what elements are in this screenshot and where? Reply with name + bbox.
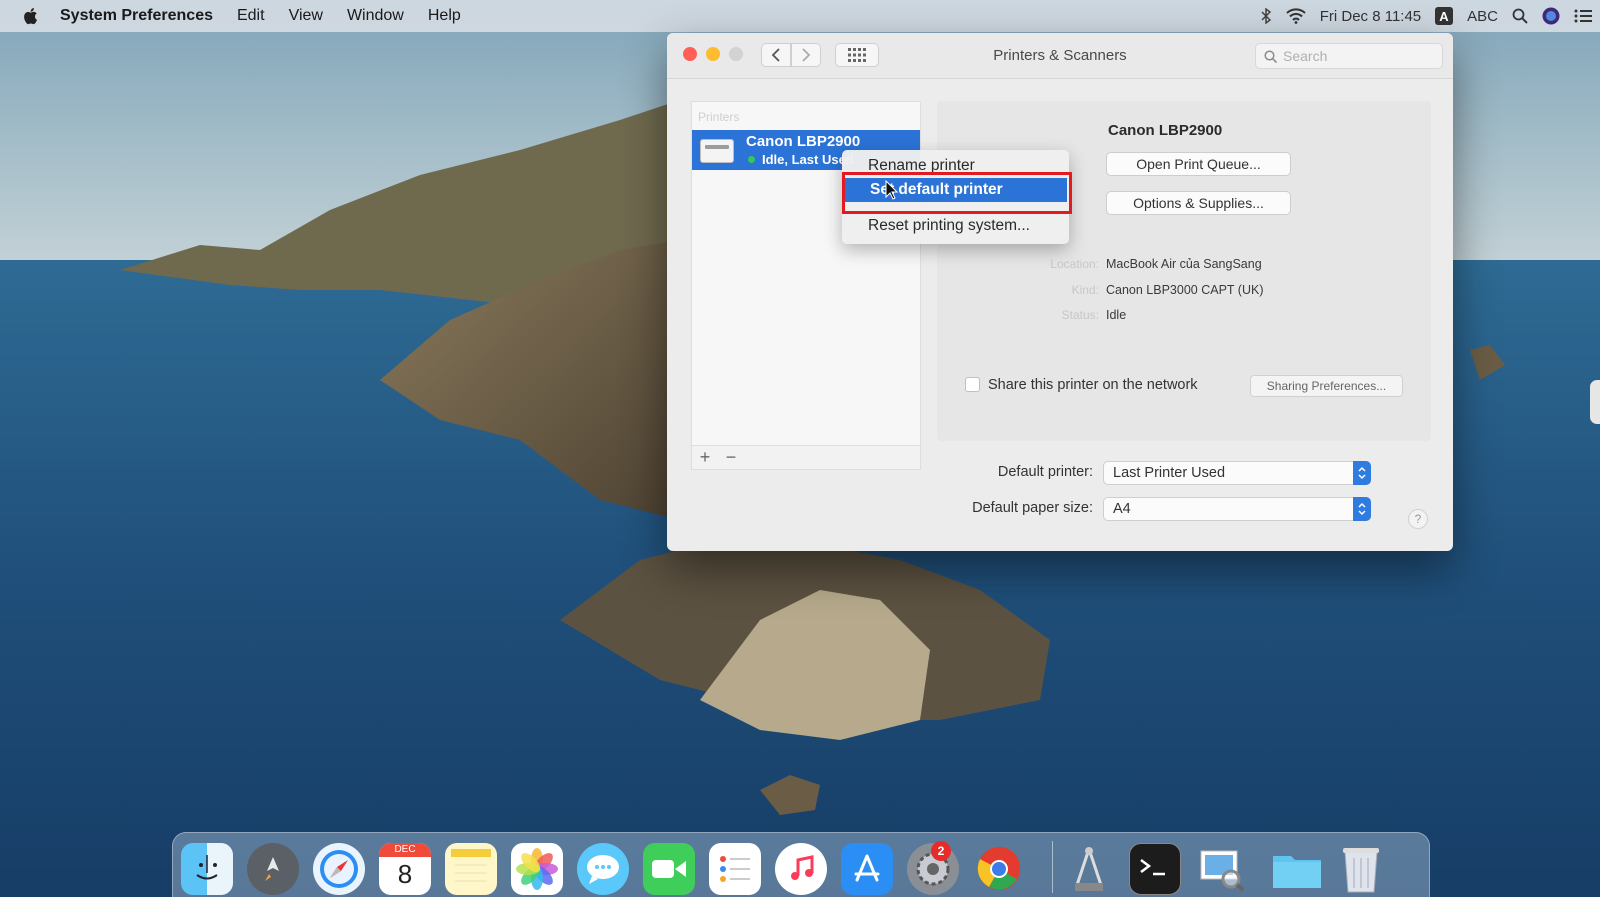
printer-icon	[700, 139, 734, 163]
input-source-label[interactable]: ABC	[1467, 8, 1498, 25]
calendar-month: DEC	[379, 843, 431, 857]
default-printer-label: Default printer:	[997, 464, 1093, 480]
dock-folder-icon[interactable]	[1271, 843, 1323, 895]
help-button[interactable]: ?	[1408, 509, 1428, 529]
dock-music-icon[interactable]	[775, 843, 827, 895]
add-printer-button[interactable]: +	[692, 447, 718, 468]
search-icon	[1264, 49, 1277, 63]
default-paper-size-value: A4	[1113, 501, 1131, 517]
dock-reminders-icon[interactable]	[709, 843, 761, 895]
dock-separator	[1052, 841, 1053, 893]
dock-photos-icon[interactable]	[511, 843, 563, 895]
search-input[interactable]	[1283, 48, 1433, 64]
menubar-clock[interactable]: Fri Dec 8 11:45	[1320, 8, 1421, 25]
printer-detail-title: Canon LBP2900	[1108, 122, 1223, 139]
printers-list-toolbar: + −	[691, 446, 921, 470]
svg-text:A: A	[1439, 9, 1449, 24]
menu-help[interactable]: Help	[416, 7, 473, 25]
menu-bar: System Preferences Edit View Window Help…	[0, 0, 1600, 32]
share-printer-label[interactable]: Share this printer on the network	[988, 377, 1198, 393]
share-printer-checkbox[interactable]	[965, 377, 980, 392]
dock-terminal-icon[interactable]	[1129, 843, 1181, 895]
open-print-queue-button[interactable]: Open Print Queue...	[1106, 152, 1291, 176]
mouse-cursor-icon	[885, 180, 899, 200]
dock: DEC 8 2	[172, 832, 1430, 897]
dock-safari-icon[interactable]	[313, 843, 365, 895]
printer-item-name: Canon LBP2900	[746, 133, 861, 150]
reset-printing-system-menu-item[interactable]: Reset printing system...	[842, 214, 1069, 238]
menu-window[interactable]: Window	[335, 7, 416, 25]
notification-center-icon[interactable]	[1574, 9, 1592, 23]
dock-launchpad-icon[interactable]	[247, 843, 299, 895]
status-dot-icon	[748, 156, 755, 163]
default-printer-select[interactable]: Last Printer Used	[1103, 461, 1371, 485]
remove-printer-button[interactable]: −	[718, 447, 744, 468]
menu-view[interactable]: View	[277, 7, 335, 25]
dock-printer-setup-icon[interactable]	[1063, 843, 1115, 895]
default-paper-size-select[interactable]: A4	[1103, 497, 1371, 521]
options-supplies-button[interactable]: Options & Supplies...	[1106, 191, 1291, 215]
menu-edit[interactable]: Edit	[225, 7, 277, 25]
kind-value: Canon LBP3000 CAPT (UK)	[1106, 283, 1264, 297]
dock-calendar-icon[interactable]: DEC 8	[379, 843, 431, 895]
side-handle[interactable]	[1590, 380, 1600, 424]
printers-list-header: Printers	[698, 110, 740, 124]
kind-label: Kind:	[1071, 283, 1099, 297]
calendar-day: 8	[397, 859, 413, 889]
dock-messages-icon[interactable]	[577, 843, 629, 895]
default-printer-value: Last Printer Used	[1113, 465, 1226, 481]
printers-scanners-window: Printers & Scanners Printers Canon LBP29…	[667, 33, 1453, 551]
location-value: MacBook Air của SangSang	[1106, 257, 1262, 271]
input-source-icon[interactable]: A	[1435, 7, 1454, 25]
printer-item-status: Idle, Last Used	[762, 152, 854, 167]
dock-chrome-icon[interactable]	[973, 843, 1025, 895]
highlight-annotation-box	[842, 172, 1072, 214]
dock-finder-icon[interactable]	[181, 843, 233, 895]
select-stepper-icon	[1353, 461, 1371, 485]
status-label: Status:	[1061, 308, 1099, 322]
status-value: Idle	[1106, 308, 1127, 322]
default-paper-size-label: Default paper size:	[972, 500, 1093, 516]
menu-app-name[interactable]: System Preferences	[60, 7, 225, 25]
window-titlebar[interactable]: Printers & Scanners	[667, 33, 1453, 79]
dock-trash-icon[interactable]	[1335, 843, 1387, 895]
select-stepper-icon	[1353, 497, 1371, 521]
system-preferences-badge: 2	[931, 841, 951, 861]
dock-preview-icon[interactable]	[1195, 843, 1247, 895]
dock-facetime-icon[interactable]	[643, 843, 695, 895]
dock-app-store-icon[interactable]	[841, 843, 893, 895]
dock-notes-icon[interactable]	[445, 843, 497, 895]
location-label: Location:	[1050, 257, 1099, 271]
siri-icon[interactable]	[1542, 7, 1560, 25]
wifi-icon[interactable]	[1286, 8, 1306, 24]
spotlight-search-icon[interactable]	[1512, 8, 1528, 24]
sharing-preferences-button[interactable]: Sharing Preferences...	[1250, 375, 1403, 397]
search-field[interactable]	[1255, 43, 1443, 69]
apple-menu-icon[interactable]	[0, 7, 60, 25]
bluetooth-icon[interactable]	[1260, 8, 1272, 24]
